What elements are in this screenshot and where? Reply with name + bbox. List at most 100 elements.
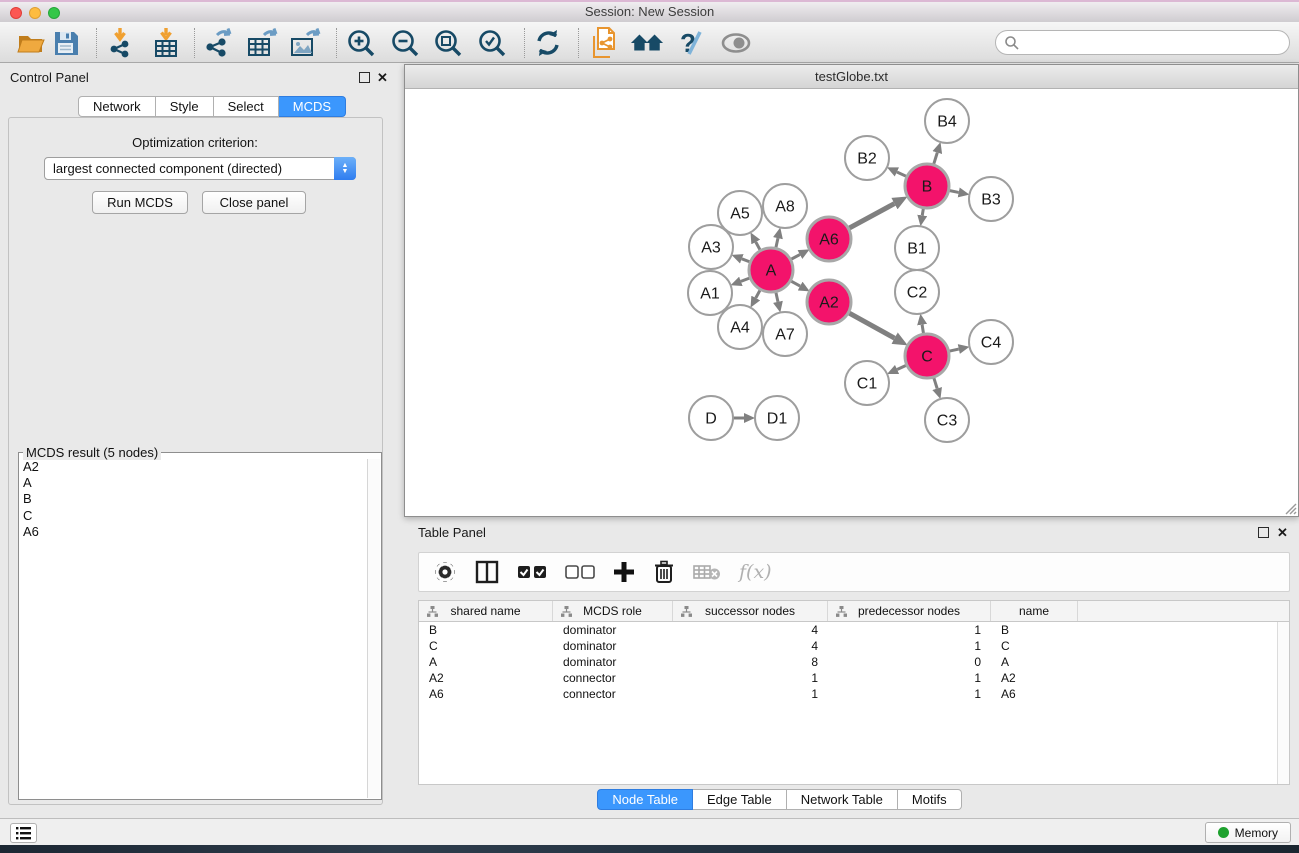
graph-edge-A-A6[interactable]: [790, 255, 799, 260]
export-table-icon: [246, 27, 278, 59]
toolbar-separator: [524, 28, 525, 58]
tab-style[interactable]: Style: [156, 96, 214, 117]
column-type-icon: [836, 606, 847, 617]
refresh-view-button[interactable]: [531, 26, 565, 60]
graph-edge-A-A2[interactable]: [790, 281, 800, 286]
graph-edge-A2-C[interactable]: [848, 313, 894, 339]
task-history-button[interactable]: [10, 823, 37, 843]
tab-network[interactable]: Network: [78, 96, 156, 117]
mcds-result-item[interactable]: A: [20, 475, 368, 491]
table-cell: dominator: [553, 638, 673, 654]
table-panel-close-button[interactable]: ✕: [1277, 527, 1288, 538]
import-table-button[interactable]: [149, 26, 183, 60]
criterion-value: largest connected component (directed): [53, 161, 282, 176]
graph-edge-A-A7[interactable]: [776, 291, 778, 301]
column-header-predecessor-nodes[interactable]: predecessor nodes: [828, 601, 991, 621]
network-zoom-button[interactable]: [457, 71, 468, 82]
tab-node-table[interactable]: Node Table: [597, 789, 693, 810]
search-input[interactable]: [1020, 33, 1289, 53]
show-hide-button[interactable]: [719, 26, 753, 60]
export-table-button[interactable]: [245, 26, 279, 60]
home-networks-button[interactable]: [630, 26, 664, 60]
zoom-out-button[interactable]: [388, 26, 422, 60]
search-field[interactable]: [995, 30, 1290, 55]
duplicate-network-button[interactable]: [588, 26, 622, 60]
mcds-list-scrollbar[interactable]: [367, 459, 380, 798]
table-panel-float-button[interactable]: [1258, 527, 1269, 538]
mcds-result-item[interactable]: B: [20, 491, 368, 507]
table-row[interactable]: A6connector11A6: [419, 686, 1289, 702]
tab-edge-table[interactable]: Edge Table: [693, 789, 787, 810]
graph-edge-A-A1[interactable]: [741, 278, 751, 282]
tab-select[interactable]: Select: [214, 96, 279, 117]
tab-network-table[interactable]: Network Table: [787, 789, 898, 810]
criterion-dropdown[interactable]: largest connected component (directed): [44, 157, 356, 180]
run-mcds-button[interactable]: Run MCDS: [92, 191, 188, 214]
table-scrollbar[interactable]: [1277, 622, 1289, 784]
network-window-titlebar[interactable]: testGlobe.txt: [405, 65, 1298, 89]
export-network-button[interactable]: [202, 26, 236, 60]
select-all-columns-icon[interactable]: [517, 565, 547, 579]
graph-edge-A-A8[interactable]: [776, 238, 778, 248]
table-cell: A: [991, 654, 1078, 670]
mcds-result-list[interactable]: A2ABCA6: [20, 459, 368, 798]
table-row[interactable]: Adominator80A: [419, 654, 1289, 670]
table-row[interactable]: Bdominator41B: [419, 622, 1289, 638]
graph-node-label-D: D: [705, 411, 717, 428]
table-cell: A2: [991, 670, 1078, 686]
tab-mcds[interactable]: MCDS: [279, 96, 346, 117]
import-network-button[interactable]: [105, 26, 139, 60]
network-minimize-button[interactable]: [438, 71, 449, 82]
dropdown-spinner-icon[interactable]: ▲ ▼: [334, 157, 356, 180]
tab-motifs[interactable]: Motifs: [898, 789, 962, 810]
graph-edge-A6-B[interactable]: [848, 204, 894, 229]
session-title: Session: New Session: [0, 2, 1299, 22]
graph-edge-C-C4[interactable]: [948, 349, 958, 351]
column-header-successor-nodes[interactable]: successor nodes: [673, 601, 828, 621]
open-session-button[interactable]: [13, 26, 47, 60]
save-session-button[interactable]: [49, 26, 83, 60]
column-header-shared-name[interactable]: shared name: [419, 601, 553, 621]
help-annotate-button[interactable]: ?: [674, 26, 708, 60]
zoom-window-button[interactable]: [48, 7, 60, 19]
help-pen-icon: ?: [676, 28, 706, 58]
column-chooser-icon[interactable]: [475, 560, 499, 584]
delete-table-icon-disabled: [693, 563, 721, 581]
network-graph-canvas[interactable]: B4B2BB3A8A5A6A3B1AA1C2A2A4A7C4CC1C3DD1: [405, 89, 1298, 516]
control-panel-float-button[interactable]: [359, 72, 370, 83]
add-column-icon[interactable]: [613, 561, 635, 583]
export-image-icon: [289, 27, 321, 59]
float-icon: [1258, 527, 1269, 538]
table-row[interactable]: A2connector11A2: [419, 670, 1289, 686]
minimize-window-button[interactable]: [29, 7, 41, 19]
column-header-name[interactable]: name: [991, 601, 1078, 621]
control-panel-tabs: NetworkStyleSelectMCDS: [78, 96, 346, 117]
graph-node-label-A7: A7: [775, 327, 795, 344]
mcds-result-item[interactable]: A6: [20, 524, 368, 540]
unselect-all-columns-icon[interactable]: [565, 565, 595, 579]
graph-edge-B-B3[interactable]: [949, 190, 959, 192]
mcds-result-item[interactable]: C: [20, 508, 368, 524]
network-close-button[interactable]: [419, 71, 430, 82]
control-panel-close-button[interactable]: ✕: [377, 72, 388, 83]
graph-edge-B-B4[interactable]: [933, 153, 937, 165]
close-window-button[interactable]: [10, 7, 22, 19]
graph-edge-C-C3[interactable]: [934, 377, 938, 389]
close-panel-button[interactable]: Close panel: [202, 191, 306, 214]
graph-edge-C-C1[interactable]: [897, 365, 907, 369]
export-image-button[interactable]: [288, 26, 322, 60]
memory-button[interactable]: Memory: [1205, 822, 1291, 843]
zoom-selected-button[interactable]: [475, 26, 509, 60]
delete-column-trash-icon[interactable]: [653, 560, 675, 584]
zoom-in-button[interactable]: [344, 26, 378, 60]
mcds-result-item[interactable]: A2: [20, 459, 368, 475]
graph-edge-B-B2[interactable]: [897, 172, 907, 177]
table-cell: C: [419, 638, 553, 654]
table-row[interactable]: Cdominator41C: [419, 638, 1289, 654]
node-table-body: Bdominator41BCdominator41CAdominator80AA…: [419, 622, 1289, 702]
column-header-MCDS-role[interactable]: MCDS role: [553, 601, 673, 621]
window-resize-grip[interactable]: [1283, 501, 1297, 515]
table-settings-gear-icon[interactable]: [433, 560, 457, 584]
list-icon: [16, 827, 31, 840]
zoom-fit-button[interactable]: [431, 26, 465, 60]
